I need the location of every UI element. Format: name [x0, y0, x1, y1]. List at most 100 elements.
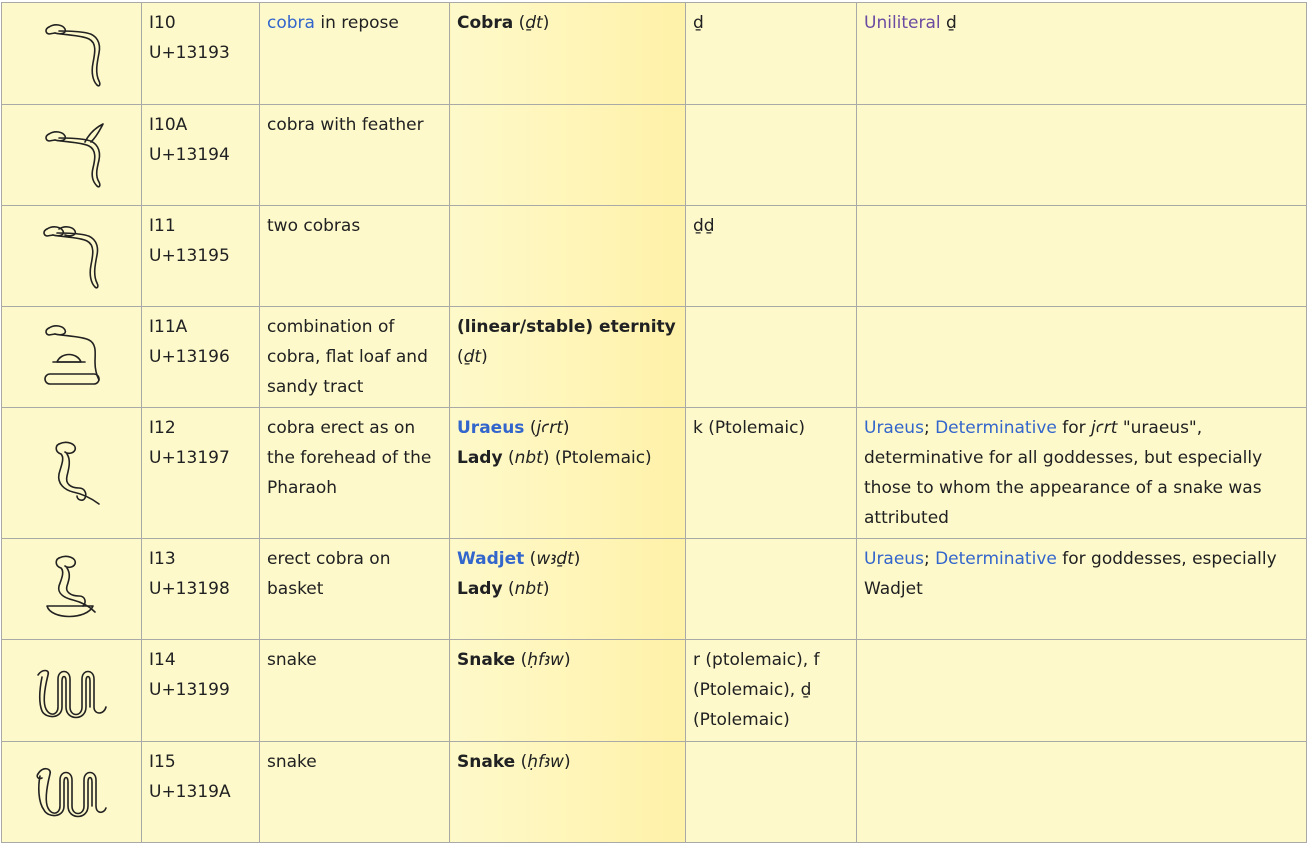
unicode-point: U+13199	[149, 680, 230, 700]
table-row: I11A U+13196 combination of cobra, flat …	[1, 306, 1307, 408]
sign-code: I12	[149, 418, 176, 438]
uniliteral-link[interactable]: Uniliteral	[864, 13, 941, 33]
notes-cell	[856, 104, 1307, 206]
separator: ;	[923, 418, 936, 438]
transliteration: jꜥrt	[536, 418, 563, 438]
sign-cell	[1, 741, 142, 843]
uraeus-link[interactable]: Uraeus	[864, 549, 924, 569]
meaning-term: Snake	[457, 650, 516, 670]
meaning-term: Uraeus	[457, 418, 525, 438]
table-row: I10 U+13193 cobra in repose Cobra (ḏt) ḏ…	[1, 2, 1307, 105]
code-cell: I10 U+13193	[141, 2, 260, 105]
phonetic-cell	[685, 741, 857, 843]
unicode-point: U+13197	[149, 448, 230, 468]
paren: (	[502, 579, 515, 599]
code-cell: I13 U+13198	[141, 538, 260, 640]
paren: )	[481, 347, 488, 367]
transliteration: jꜥrt	[1091, 418, 1118, 438]
transliteration: ḥfꜣw	[527, 752, 564, 772]
unicode-point: U+13193	[149, 43, 230, 63]
meaning-term: Lady	[457, 448, 503, 468]
description-cell: combination of cobra, flat loaf and sand…	[259, 306, 450, 408]
unicode-point: U+13198	[149, 579, 230, 599]
description-cell: snake	[259, 741, 450, 843]
determinative-link[interactable]: Determinative	[935, 418, 1057, 438]
code-cell: I11 U+13195	[141, 205, 260, 307]
meaning-cell: Cobra (ḏt)	[449, 2, 686, 105]
notes-cell	[856, 741, 1307, 843]
cobra-with-feather-glyph	[44, 123, 104, 188]
sign-cell	[1, 538, 142, 640]
meaning-term: Snake	[457, 752, 516, 772]
sign-code: I14	[149, 650, 176, 670]
sign-cell	[1, 639, 142, 742]
meaning-cell	[449, 104, 686, 206]
paren: )	[573, 549, 581, 569]
sign-code: I10	[149, 13, 176, 33]
table-row: I15 U+1319A snake Snake (ḥfꜣw)	[1, 741, 1307, 843]
table-row: I14 U+13199 snake Snake (ḥfꜣw) r (ptolem…	[1, 639, 1307, 742]
paren: (	[502, 448, 515, 468]
description-cell: erect cobra on basket	[259, 538, 450, 640]
paren: (	[515, 752, 528, 772]
paren: )	[562, 418, 570, 438]
snake-variant-glyph	[35, 767, 107, 818]
notes-cell	[856, 306, 1307, 408]
determinative-link[interactable]: Determinative	[935, 549, 1057, 569]
code-cell: I14 U+13199	[141, 639, 260, 742]
unicode-point: U+13196	[149, 347, 230, 367]
separator: ;	[923, 549, 936, 569]
meaning-cell: Uraeus (jꜥrt) Lady (nbt) (Ptolemaic)	[449, 407, 686, 539]
sign-cell	[1, 407, 142, 539]
paren: (	[524, 418, 537, 438]
transliteration: nbt	[514, 448, 543, 468]
table-row: I10A U+13194 cobra with feather	[1, 104, 1307, 206]
transliteration: wꜣḏt	[536, 549, 574, 569]
sign-cell	[1, 2, 142, 105]
sign-cell	[1, 205, 142, 307]
paren: (	[457, 347, 464, 367]
transliteration: ḥfꜣw	[527, 650, 564, 670]
cobra-erect-glyph	[54, 441, 100, 505]
uraeus-link[interactable]: Uraeus	[457, 418, 524, 438]
sign-code: I15	[149, 752, 176, 772]
description-cell: cobra with feather	[259, 104, 450, 206]
cobra-link[interactable]: cobra	[267, 13, 315, 33]
meaning-term: Cobra	[457, 13, 514, 33]
notes-text: ḏ	[940, 13, 957, 33]
description-cell: snake	[259, 639, 450, 742]
phonetic-cell: ḏ	[685, 2, 857, 105]
meaning-line-2: Lady (nbt)	[457, 574, 678, 604]
notes-text: for	[1056, 418, 1092, 438]
paren: )	[542, 579, 550, 599]
meaning-line-1: Uraeus (jꜥrt)	[457, 413, 678, 443]
snake-glyph	[36, 669, 107, 718]
sign-cell	[1, 104, 142, 206]
code-cell: I12 U+13197	[141, 407, 260, 539]
meaning-line-2: Lady (nbt) (Ptolemaic)	[457, 443, 678, 473]
sign-code: I13	[149, 549, 176, 569]
meaning-cell: Snake (ḥfꜣw)	[449, 741, 686, 843]
phonetic-cell	[685, 538, 857, 640]
meaning-term: (linear/stable) eternity	[457, 317, 676, 337]
unicode-point: U+13194	[149, 145, 230, 165]
wadjet-link[interactable]: Wadjet	[457, 549, 524, 569]
unicode-point: U+13195	[149, 246, 230, 266]
meaning-cell: (linear/stable) eternity (ḏt)	[449, 306, 686, 408]
table-row: I11 U+13195 two cobras ḏḏ	[1, 205, 1307, 307]
uraeus-link[interactable]: Uraeus	[864, 418, 924, 438]
code-cell: I10A U+13194	[141, 104, 260, 206]
phonetic-cell: ḏḏ	[685, 205, 857, 307]
paren: )	[542, 13, 550, 33]
description-text: in repose	[314, 13, 399, 33]
cobra-on-basket-glyph	[45, 555, 96, 618]
sign-code: I11	[149, 216, 176, 236]
code-cell: I11A U+13196	[141, 306, 260, 408]
meaning-cell: Snake (ḥfꜣw)	[449, 639, 686, 742]
notes-cell: Uraeus; Determinative for jꜥrt "uraeus",…	[856, 407, 1307, 539]
table-row: I12 U+13197 cobra erect as on the forehe…	[1, 407, 1307, 539]
paren: )	[563, 650, 571, 670]
meaning-line-1: Wadjet (wꜣḏt)	[457, 544, 678, 574]
two-cobras-glyph	[42, 226, 99, 289]
phonetic-cell	[685, 104, 857, 206]
